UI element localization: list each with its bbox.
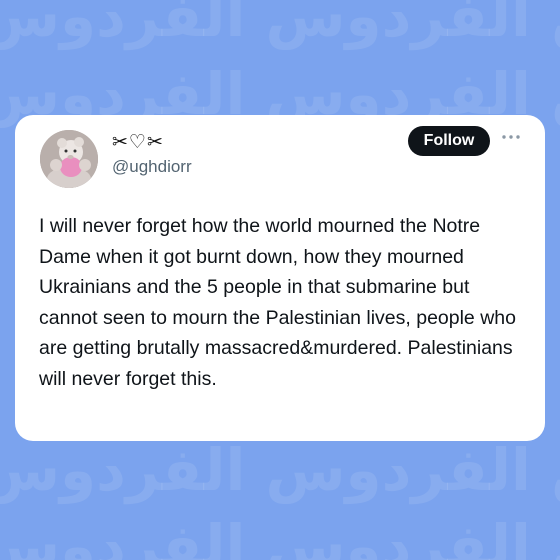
background-watermark-text: الفردوس الفردوس الفردوس [0,0,560,50]
tweet-text: I will never forget how the world mourne… [39,215,516,390]
background-watermark-text: الفردوس الفردوس الفردوس [0,512,560,560]
user-handle[interactable]: @ughdiorr [112,157,192,177]
avatar-bear-image [40,130,98,188]
display-name[interactable]: ✂♡✂ [112,131,164,153]
more-horizontal-icon[interactable] [499,131,523,143]
avatar[interactable] [40,130,98,188]
background-watermark-text: الفردوس الفردوس الفردوس [0,436,560,504]
follow-button[interactable]: Follow [408,126,490,156]
tweet-card: ✂♡✂ @ughdiorr Follow I will never forget… [15,115,545,441]
